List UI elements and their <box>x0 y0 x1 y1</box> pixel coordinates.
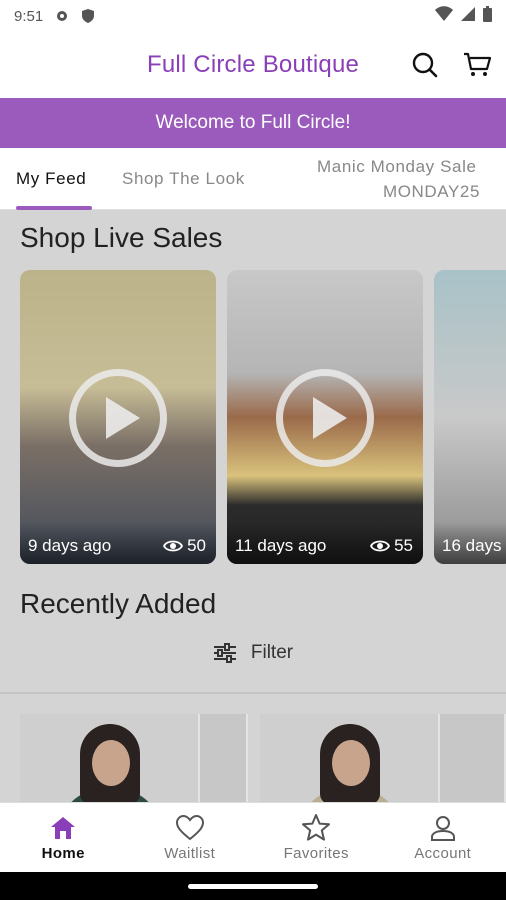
system-navigation-bar <box>0 872 506 900</box>
nav-label: Waitlist <box>164 844 216 862</box>
feed-tabs: My Feed Shop The Look Manic Monday Sale … <box>0 148 506 210</box>
view-count: 50 <box>187 536 206 555</box>
nav-label: Account <box>414 844 472 862</box>
live-video-card[interactable]: 11 days ago 55 <box>227 270 423 564</box>
status-time: 9:51 <box>14 7 44 25</box>
nav-home[interactable]: Home <box>0 803 127 872</box>
home-icon <box>50 814 76 842</box>
star-icon <box>302 814 331 842</box>
app-header: Full Circle Boutique <box>0 32 506 98</box>
sliders-icon <box>213 643 236 663</box>
heart-icon <box>175 814 204 842</box>
nav-label: Home <box>41 844 85 862</box>
feed-content[interactable]: Shop Live Sales 9 days ago 50 11 days ag… <box>0 210 506 802</box>
video-age: 11 days ago <box>235 536 327 555</box>
video-views: 55 <box>370 536 413 556</box>
filter-button[interactable]: Filter <box>0 642 506 664</box>
view-count: 55 <box>394 536 413 555</box>
home-gesture-handle[interactable] <box>188 883 318 889</box>
nav-favorites[interactable]: Favorites <box>253 803 380 872</box>
nav-account[interactable]: Account <box>380 803 506 872</box>
filter-label: Filter <box>250 642 294 663</box>
settings-gear-icon <box>53 7 71 25</box>
tab-label: Manic Monday Sale <box>317 157 477 176</box>
eye-icon <box>370 540 391 552</box>
welcome-banner: Welcome to Full Circle! <box>0 98 506 148</box>
section-title-recently-added: Recently Added <box>20 588 217 619</box>
section-title-live-sales: Shop Live Sales <box>20 222 223 253</box>
tab-sale-code: MONDAY25 <box>382 182 481 201</box>
product-card[interactable] <box>20 714 200 802</box>
bottom-navigation: Home Waitlist Favorites Account <box>0 802 506 872</box>
tab-label: Shop The Look <box>122 169 245 188</box>
shield-icon <box>79 7 97 25</box>
product-image-face <box>332 740 370 786</box>
nav-label: Favorites <box>283 844 349 862</box>
play-icon[interactable] <box>69 369 167 467</box>
section-divider <box>0 692 506 694</box>
product-card-secondary-image[interactable] <box>200 714 248 802</box>
nav-waitlist[interactable]: Waitlist <box>127 803 254 872</box>
tab-my-feed[interactable]: My Feed <box>16 148 94 210</box>
play-icon[interactable] <box>276 369 374 467</box>
battery-icon <box>483 6 492 26</box>
cart-icon[interactable] <box>462 50 492 80</box>
signal-icon <box>461 6 475 26</box>
person-icon <box>430 814 456 842</box>
tab-label: My Feed <box>16 169 87 188</box>
video-views: 50 <box>163 536 206 556</box>
eye-icon <box>163 540 184 552</box>
status-bar: 9:51 <box>0 0 506 32</box>
product-card-secondary-image[interactable] <box>440 714 506 802</box>
product-card[interactable] <box>260 714 440 802</box>
search-icon[interactable] <box>410 50 440 80</box>
product-image-face <box>92 740 130 786</box>
video-age: 9 days ago <box>28 536 112 555</box>
live-video-card[interactable]: 16 days <box>434 270 506 564</box>
tab-shop-the-look[interactable]: Shop The Look <box>122 148 245 210</box>
tab-manic-monday-sale[interactable]: Manic Monday Sale MONDAY25 <box>317 154 506 216</box>
live-video-card[interactable]: 9 days ago 50 <box>20 270 216 564</box>
wifi-icon <box>435 6 453 26</box>
video-age: 16 days <box>442 536 502 555</box>
